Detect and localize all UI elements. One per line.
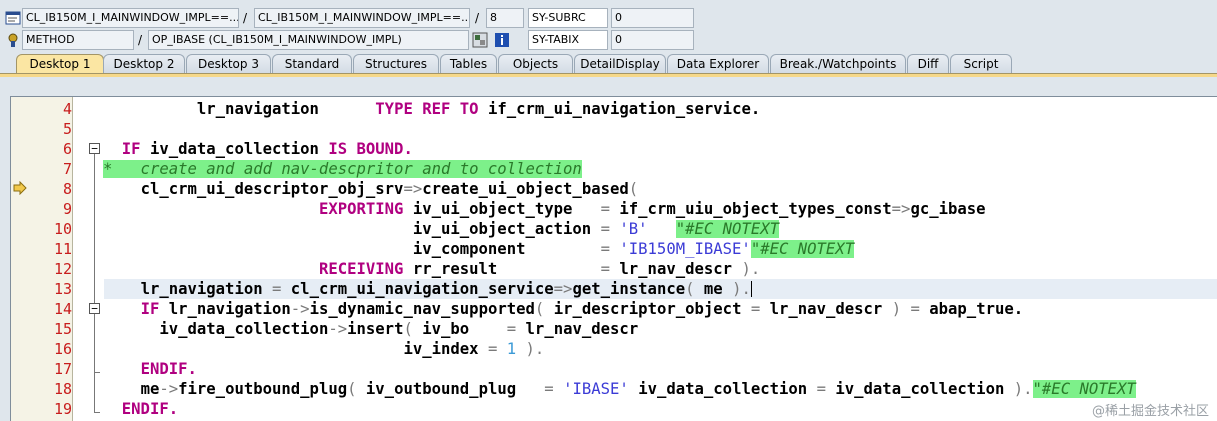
source-editor[interactable]: 4 lr_navigation TYPE REF TO if_crm_ui_na… bbox=[10, 96, 1217, 421]
line-number: 17 bbox=[53, 360, 72, 378]
code-text: iv_ui_object_action = 'B' "#EC NOTEXT bbox=[412, 220, 779, 238]
code-line: 16 iv_index = 1 ). bbox=[11, 339, 1217, 359]
code-line: 19 ENDIF. bbox=[11, 399, 1217, 419]
code-line: 14 − IF lr_navigation->is_dynamic_nav_su… bbox=[11, 299, 1217, 319]
code-line: 10 iv_ui_object_action = 'B' "#EC NOTEXT bbox=[11, 219, 1217, 239]
code-line: 6 − IF iv_data_collection IS BOUND. bbox=[11, 139, 1217, 159]
code-line: 4 lr_navigation TYPE REF TO if_crm_ui_na… bbox=[11, 99, 1217, 119]
event-type-field[interactable]: METHOD bbox=[22, 30, 134, 50]
line-number-field[interactable]: 8 bbox=[486, 8, 524, 28]
code-text: IF iv_data_collection IS BOUND. bbox=[121, 140, 413, 158]
line-number: 15 bbox=[53, 320, 72, 338]
code-text: RECEIVING rr_result = lr_nav_descr ). bbox=[318, 260, 761, 278]
code-line-current: 8 cl_crm_ui_descriptor_obj_srv=>create_u… bbox=[11, 179, 1217, 199]
line-number: 5 bbox=[62, 120, 72, 138]
variable-name-field[interactable]: SY-SUBRC bbox=[528, 8, 608, 28]
line-number: 9 bbox=[62, 200, 72, 218]
program-icon bbox=[5, 11, 21, 25]
code-text: IF lr_navigation->is_dynamic_nav_support… bbox=[140, 300, 1024, 318]
code-text: iv_component = 'IB150M_IBASE'"#EC NOTEXT bbox=[412, 240, 855, 258]
program-field[interactable]: CL_IB150M_I_MAINWINDOW_IMPL==... bbox=[22, 8, 239, 28]
code-line: 17 ENDIF. bbox=[11, 359, 1217, 379]
line-number: 4 bbox=[62, 100, 72, 118]
info-row-program: CL_IB150M_I_MAINWINDOW_IMPL==... / CL_IB… bbox=[0, 8, 1217, 28]
tab-panel-edge bbox=[0, 73, 1217, 77]
variable-value-field[interactable]: 0 bbox=[611, 8, 694, 28]
code-text: iv_index = 1 ). bbox=[403, 340, 545, 358]
separator: / bbox=[243, 11, 248, 25]
info-row-event: METHOD / OP_IBASE (CL_IB150M_I_MAINWINDO… bbox=[0, 30, 1217, 50]
code-line-cursor: 13 lr_navigation = cl_crm_ui_navigation_… bbox=[11, 279, 1217, 299]
code-text: ENDIF. bbox=[140, 360, 197, 378]
collapse-icon[interactable]: − bbox=[89, 303, 100, 314]
code-line: 11 iv_component = 'IB150M_IBASE'"#EC NOT… bbox=[11, 239, 1217, 259]
execution-arrow-icon bbox=[13, 181, 27, 195]
code-text: lr_navigation TYPE REF TO if_crm_ui_navi… bbox=[196, 100, 761, 118]
code-text: me->fire_outbound_plug( iv_outbound_plug… bbox=[140, 380, 1136, 398]
code-text: ENDIF. bbox=[121, 400, 179, 418]
tab-objects[interactable]: Objects bbox=[498, 54, 573, 74]
line-number: 6 bbox=[62, 140, 72, 158]
code-comment: * create and add nav-descpritor and to c… bbox=[103, 160, 582, 178]
line-number: 11 bbox=[53, 240, 72, 258]
tab-break-watchpoints[interactable]: Break./Watchpoints bbox=[770, 54, 906, 74]
line-number: 16 bbox=[53, 340, 72, 358]
tab-structures[interactable]: Structures bbox=[353, 54, 439, 74]
desktop-tabstrip: Desktop 1 Desktop 2 Desktop 3 Standard S… bbox=[0, 54, 1217, 74]
variable-value-field[interactable]: 0 bbox=[611, 30, 694, 50]
line-number: 12 bbox=[53, 260, 72, 278]
line-number: 8 bbox=[62, 180, 72, 198]
code-line: 15 iv_data_collection->insert( iv_bo = l… bbox=[11, 319, 1217, 339]
tab-desktop-3[interactable]: Desktop 3 bbox=[186, 54, 271, 74]
code-text: EXPORTING iv_ui_object_type = if_crm_uiu… bbox=[318, 200, 986, 218]
line-number: 18 bbox=[53, 380, 72, 398]
include-field[interactable]: CL_IB150M_I_MAINWINDOW_IMPL==... bbox=[254, 8, 470, 28]
code-text: lr_navigation = cl_crm_ui_navigation_ser… bbox=[140, 280, 752, 298]
collapse-icon[interactable]: − bbox=[89, 143, 100, 154]
navigate-icon[interactable] bbox=[472, 32, 488, 48]
line-number: 10 bbox=[53, 220, 72, 238]
tab-tables[interactable]: Tables bbox=[440, 54, 497, 74]
event-name-field[interactable]: OP_IBASE (CL_IB150M_I_MAINWINDOW_IMPL) bbox=[148, 30, 469, 50]
code-line: 12 RECEIVING rr_result = lr_nav_descr ). bbox=[11, 259, 1217, 279]
code-text: iv_data_collection->insert( iv_bo = lr_n… bbox=[159, 320, 639, 338]
code-text: cl_crm_ui_descriptor_obj_srv=>create_ui_… bbox=[140, 180, 639, 198]
tab-standard[interactable]: Standard bbox=[272, 54, 352, 74]
tab-desktop-1[interactable]: Desktop 1 bbox=[16, 54, 104, 74]
info-icon[interactable] bbox=[494, 32, 510, 48]
code-line: 7 * create and add nav-descpritor and to… bbox=[11, 159, 1217, 179]
tab-diff[interactable]: Diff bbox=[907, 54, 949, 74]
tab-data-explorer[interactable]: Data Explorer bbox=[667, 54, 769, 74]
text-cursor bbox=[750, 281, 752, 297]
line-number: 7 bbox=[62, 160, 72, 178]
tab-detaildisplay[interactable]: DetailDisplay bbox=[574, 54, 666, 74]
code-line: 5 bbox=[11, 119, 1217, 139]
tab-script[interactable]: Script bbox=[950, 54, 1012, 74]
line-number: 19 bbox=[53, 400, 72, 418]
line-number: 14 bbox=[53, 300, 72, 318]
separator: / bbox=[475, 11, 480, 25]
line-number: 13 bbox=[53, 280, 72, 298]
watermark: @稀土掘金技术社区 bbox=[1091, 404, 1209, 419]
variable-name-field[interactable]: SY-TABIX bbox=[528, 30, 608, 50]
separator: / bbox=[138, 33, 143, 47]
code-line: 9 EXPORTING iv_ui_object_type = if_crm_u… bbox=[11, 199, 1217, 219]
tab-desktop-2[interactable]: Desktop 2 bbox=[103, 54, 185, 74]
code-line: 18 me->fire_outbound_plug( iv_outbound_p… bbox=[11, 379, 1217, 399]
method-icon bbox=[8, 33, 18, 47]
